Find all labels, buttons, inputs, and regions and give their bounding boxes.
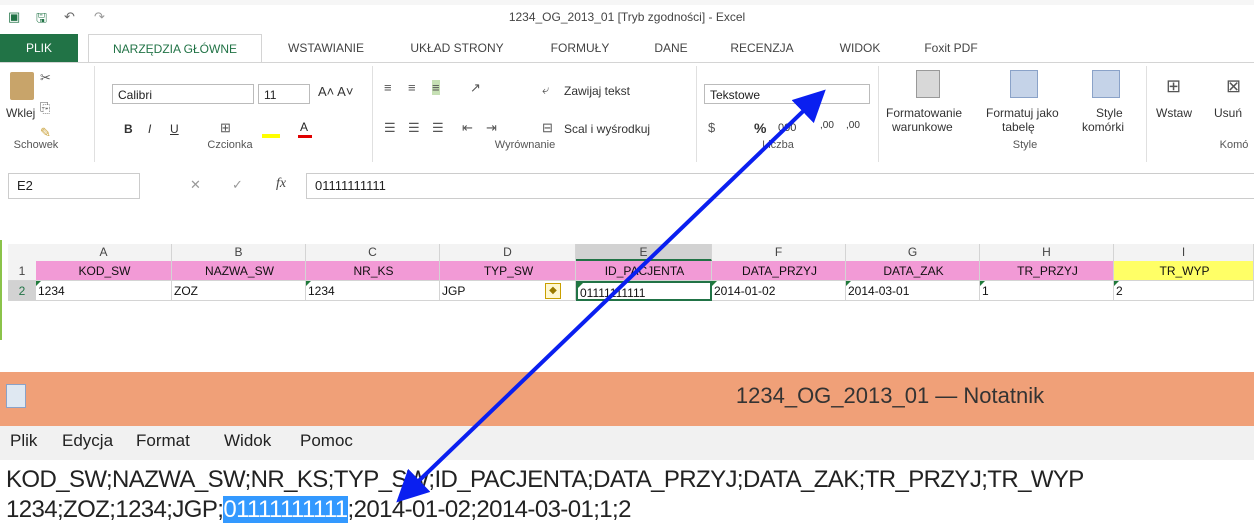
double-arrow-annotation bbox=[396, 89, 826, 503]
arrow-line bbox=[396, 89, 826, 503]
